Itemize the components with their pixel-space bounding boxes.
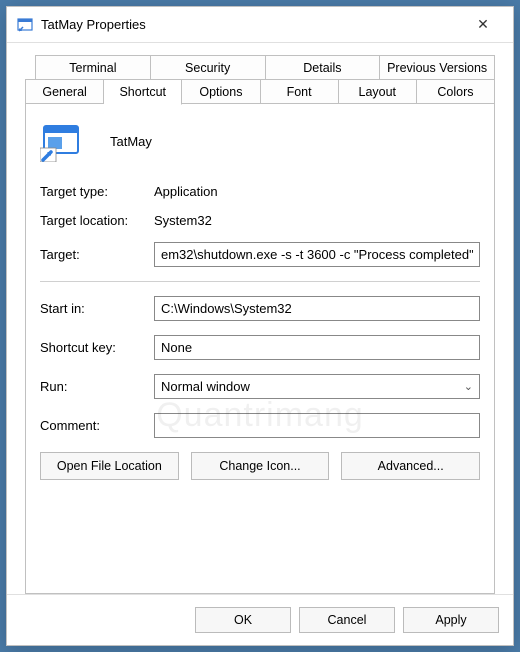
properties-window: TatMay Properties ✕ Terminal Security De… [6,6,514,646]
row-shortcut-key: Shortcut key: [40,335,480,360]
label-run: Run: [40,379,154,394]
tab-layout[interactable]: Layout [339,79,417,104]
input-target[interactable] [154,242,480,267]
tab-details[interactable]: Details [266,55,381,79]
chevron-down-icon: ⌄ [464,380,473,393]
dialog-footer: OK Cancel Apply [7,594,513,645]
label-shortcut-key: Shortcut key: [40,340,154,355]
row-comment: Comment: [40,413,480,438]
label-comment: Comment: [40,418,154,433]
shortcut-buttons: Open File Location Change Icon... Advanc… [40,452,480,480]
shortcut-name: TatMay [110,134,152,149]
row-target-location: Target location: System32 [40,213,480,228]
label-target-type: Target type: [40,184,154,199]
tab-terminal[interactable]: Terminal [35,55,151,79]
shortcut-file-icon [40,120,82,162]
advanced-button[interactable]: Advanced... [341,452,480,480]
ok-button[interactable]: OK [195,607,291,633]
input-comment[interactable] [154,413,480,438]
cancel-button[interactable]: Cancel [299,607,395,633]
change-icon-button[interactable]: Change Icon... [191,452,330,480]
label-target: Target: [40,247,154,262]
row-start-in: Start in: [40,296,480,321]
input-start-in[interactable] [154,296,480,321]
titlebar: TatMay Properties ✕ [7,7,513,43]
tabs-row-2: General Shortcut Options Font Layout Col… [25,79,495,104]
row-target-type: Target type: Application [40,184,480,199]
shortcut-header: TatMay [40,120,480,162]
row-run: Run: Normal window ⌄ [40,374,480,399]
tabs-row-1: Terminal Security Details Previous Versi… [35,55,495,79]
value-target-type: Application [154,184,480,199]
select-run[interactable]: Normal window ⌄ [154,374,480,399]
shortcut-panel: Quantrimang TatMay Target type: App [25,103,495,594]
tab-options[interactable]: Options [182,79,260,104]
apply-button[interactable]: Apply [403,607,499,633]
open-file-location-button[interactable]: Open File Location [40,452,179,480]
label-target-location: Target location: [40,213,154,228]
tab-colors[interactable]: Colors [417,79,495,104]
window-title: TatMay Properties [41,17,463,32]
window-icon [17,17,33,33]
select-run-value: Normal window [161,379,250,394]
tab-general[interactable]: General [25,79,104,104]
value-target-location: System32 [154,213,480,228]
tab-font[interactable]: Font [261,79,339,104]
input-shortcut-key[interactable] [154,335,480,360]
tab-shortcut[interactable]: Shortcut [104,79,182,105]
tab-security[interactable]: Security [151,55,266,79]
close-icon[interactable]: ✕ [463,16,503,33]
label-start-in: Start in: [40,301,154,316]
content-area: Terminal Security Details Previous Versi… [7,43,513,594]
separator [40,281,480,282]
row-target: Target: [40,242,480,267]
tab-previous-versions[interactable]: Previous Versions [380,55,495,79]
